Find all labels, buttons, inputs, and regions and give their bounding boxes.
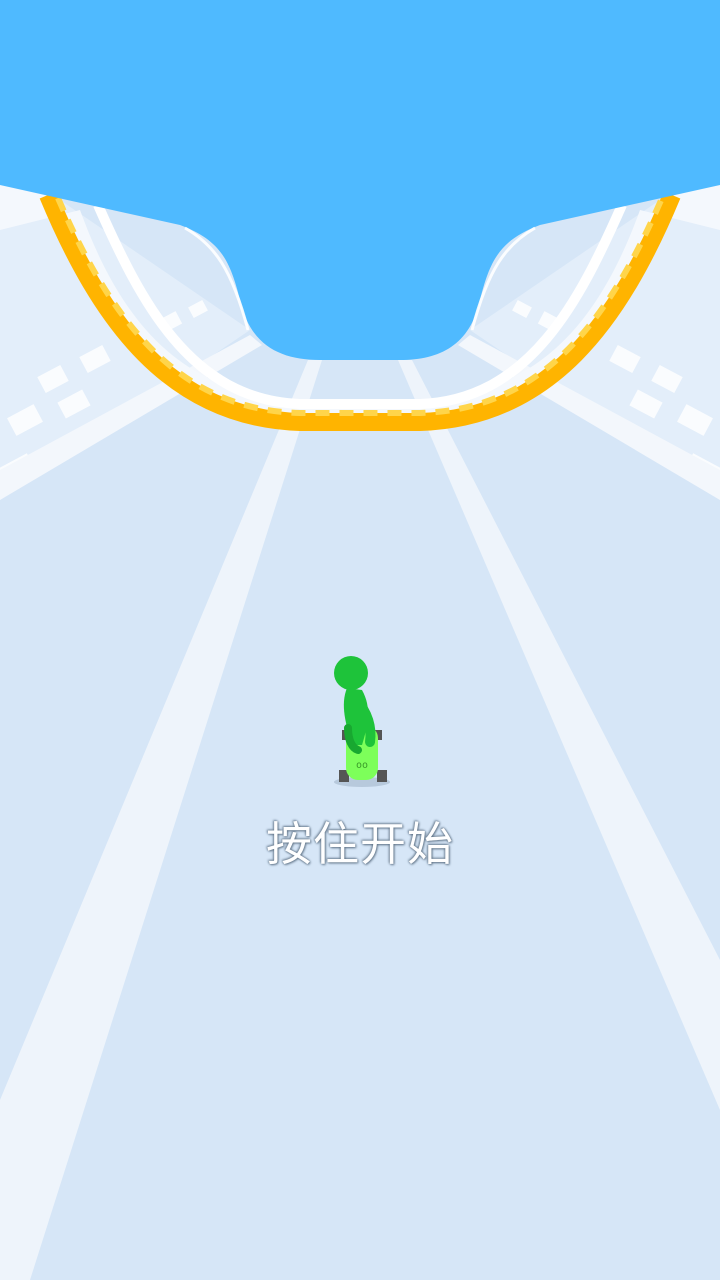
game-screen[interactable]: oo 按住开始: [0, 0, 720, 1280]
svg-text:oo: oo: [356, 760, 368, 771]
game-scene[interactable]: oo: [0, 0, 720, 1280]
